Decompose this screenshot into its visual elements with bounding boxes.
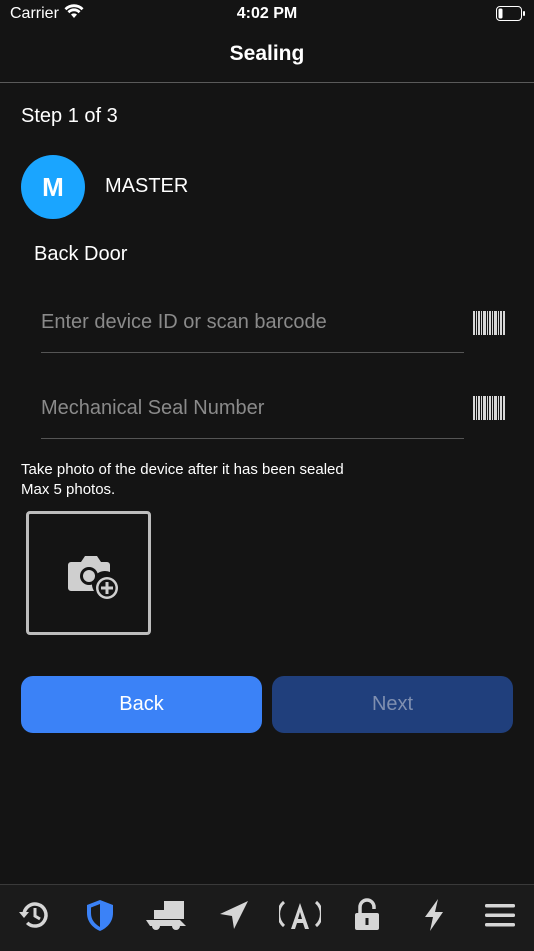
status-time: 4:02 PM <box>236 5 298 22</box>
next-button[interactable]: Next <box>272 676 513 733</box>
menu-icon <box>484 900 516 935</box>
step-indicator: Step 1 of 3 <box>21 105 118 127</box>
bolt-icon <box>420 898 448 937</box>
tab-unlock[interactable] <box>347 897 387 937</box>
shield-icon <box>84 898 116 937</box>
tab-dolly[interactable] <box>146 898 188 937</box>
tab-broadcast[interactable] <box>277 898 323 937</box>
device-id-field <box>41 302 464 353</box>
photo-limit-note: Max 5 photos. <box>21 481 116 498</box>
page-title: Sealing <box>229 42 305 65</box>
battery-icon <box>496 6 526 26</box>
unlock-icon <box>351 897 383 937</box>
barcode-scan-icon[interactable] <box>472 310 506 336</box>
back-button[interactable]: Back <box>21 676 262 733</box>
photo-hint-line: Take photo of the device after it has be… <box>21 461 344 478</box>
tab-bar <box>0 884 534 951</box>
location-arrow-icon <box>218 899 250 936</box>
barcode-scan-icon[interactable] <box>472 395 506 421</box>
tab-menu[interactable] <box>480 899 520 935</box>
tab-sealing[interactable] <box>80 899 120 935</box>
camera-add-icon <box>67 552 123 607</box>
device-id-input[interactable] <box>41 302 464 342</box>
photo-hint: Take photo of the device after it has be… <box>21 460 344 500</box>
tab-location[interactable] <box>214 899 254 935</box>
broadcast-icon <box>277 898 323 937</box>
tab-power[interactable] <box>414 898 454 937</box>
dolly-icon <box>146 898 188 937</box>
seal-number-field <box>41 388 464 439</box>
avatar: M <box>21 155 85 219</box>
nav-divider <box>0 82 534 83</box>
tab-history[interactable] <box>14 899 54 935</box>
seal-number-input[interactable] <box>41 388 464 428</box>
status-bar: Carrier 4:02 PM <box>0 0 534 28</box>
history-icon <box>17 898 51 937</box>
master-name: MASTER <box>105 175 189 197</box>
door-label: Back Door <box>34 243 128 265</box>
avatar-initial: M <box>42 171 64 202</box>
add-photo-button[interactable] <box>26 511 151 635</box>
